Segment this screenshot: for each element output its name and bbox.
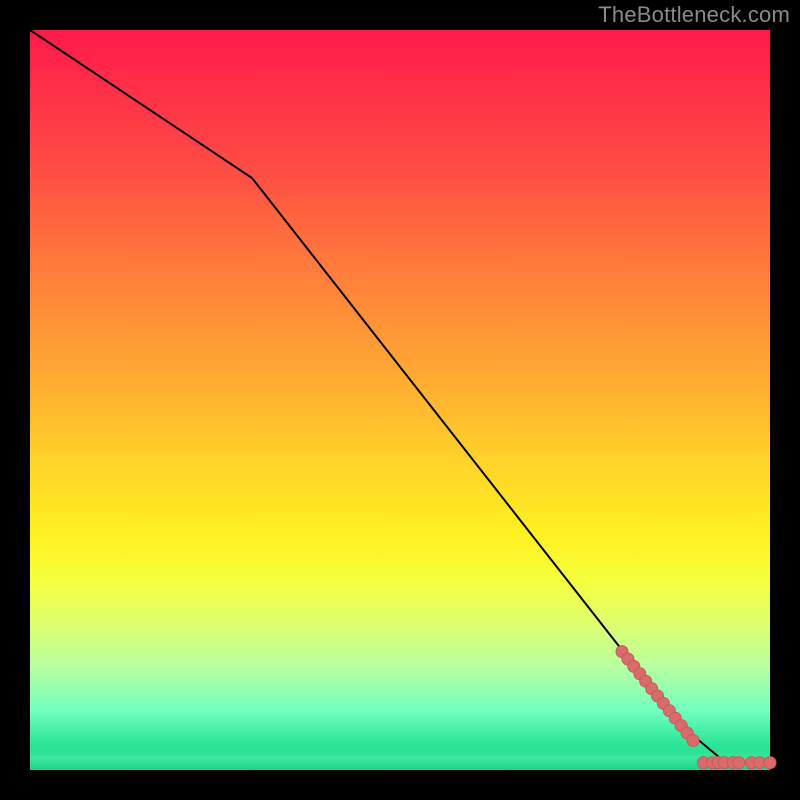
watermark-text: TheBottleneck.com [598, 2, 790, 28]
plot-area [30, 30, 770, 770]
chart-stage: TheBottleneck.com [0, 0, 800, 800]
data-point [733, 757, 745, 769]
chart-overlay [30, 30, 770, 770]
data-point [687, 734, 699, 746]
bottleneck-curve [30, 30, 770, 763]
data-point [764, 757, 776, 769]
data-markers [616, 646, 776, 769]
